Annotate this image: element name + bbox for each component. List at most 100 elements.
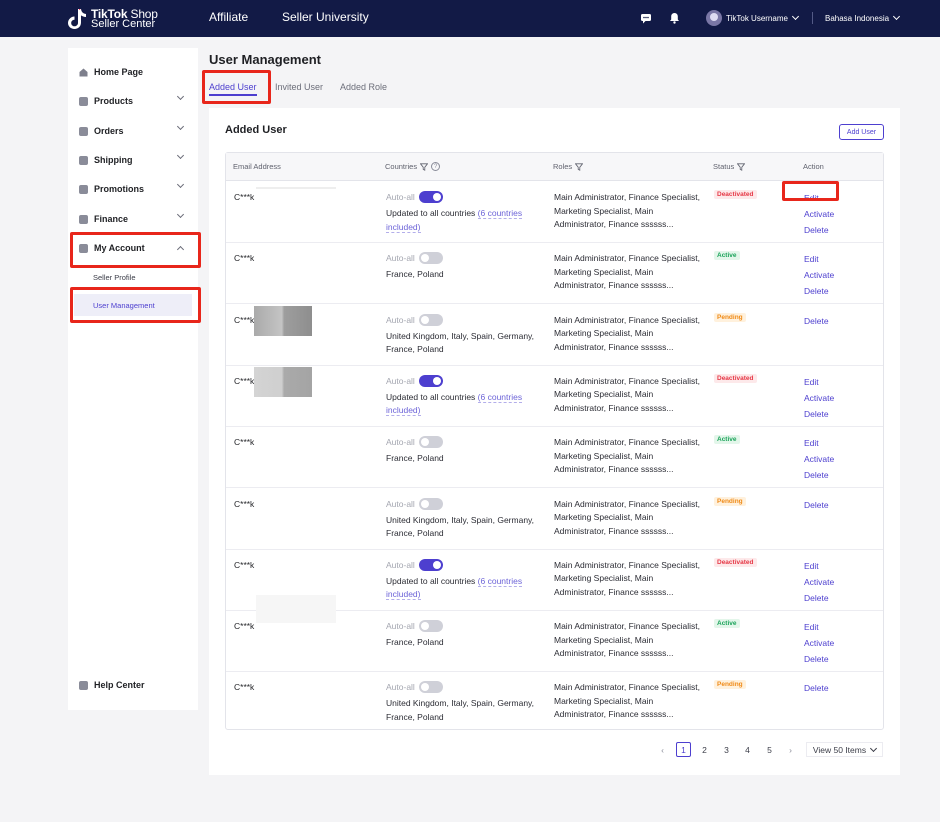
countries-cell: France, Poland xyxy=(386,269,444,280)
help-question-icon[interactable]: ? xyxy=(431,162,441,171)
auto-all-toggle[interactable] xyxy=(418,620,443,633)
action-delete-link[interactable]: Delete xyxy=(804,680,829,696)
auto-all-label: Auto-all xyxy=(386,682,415,693)
auto-all-control: Auto-all xyxy=(386,313,443,326)
countries-cell: United Kingdom, Italy, Spain, Germany, F… xyxy=(386,514,535,539)
action-edit-link[interactable]: Edit xyxy=(804,558,834,574)
page-button-4[interactable]: 4 xyxy=(740,742,755,757)
sidebar-subitem-user-management[interactable]: User Management xyxy=(74,294,192,316)
username-label: TikTok Username xyxy=(726,13,788,23)
next-page-button[interactable]: › xyxy=(783,742,798,757)
action-activate-link[interactable]: Activate xyxy=(804,574,834,590)
add-user-button[interactable]: Add User xyxy=(839,124,884,140)
auto-all-toggle[interactable] xyxy=(418,436,443,449)
sidebar-item-help-center[interactable]: Help Center xyxy=(68,674,198,696)
action-delete-link[interactable]: Delete xyxy=(804,313,829,329)
filter-icon[interactable] xyxy=(575,162,584,171)
sidebar-item-finance[interactable]: Finance xyxy=(68,208,198,230)
tab-added-role[interactable]: Added Role xyxy=(340,82,387,92)
action-edit-link[interactable]: Edit xyxy=(804,619,834,635)
auto-all-label: Auto-all xyxy=(386,498,415,509)
action-activate-link[interactable]: Activate xyxy=(804,206,834,222)
auto-all-toggle[interactable] xyxy=(418,497,443,510)
countries-cell: France, Poland xyxy=(386,637,444,648)
page-button-5[interactable]: 5 xyxy=(762,742,777,757)
action-delete-link[interactable]: Delete xyxy=(804,467,834,483)
tiktok-shop-logo[interactable]: TikTok Shop Seller Center xyxy=(67,6,158,32)
table-row: C***k Auto-all United Kingdom, Italy, Sp… xyxy=(226,489,883,550)
action-delete-link[interactable]: Delete xyxy=(804,283,834,299)
action-delete-link[interactable]: Delete xyxy=(804,222,834,238)
auto-all-label: Auto-all xyxy=(386,559,415,570)
email-cell: C***k xyxy=(234,437,255,448)
auto-all-toggle[interactable] xyxy=(418,681,443,694)
status-badge: Pending xyxy=(714,496,746,506)
actions-cell: Delete xyxy=(804,313,829,329)
actions-cell: Edit Activate Delete xyxy=(804,374,834,422)
prev-page-button[interactable]: ‹ xyxy=(655,742,670,757)
action-delete-link[interactable]: Delete xyxy=(804,590,834,606)
action-edit-link[interactable]: Edit xyxy=(804,374,834,390)
action-delete-link[interactable]: Delete xyxy=(804,651,834,667)
chevron-down-icon xyxy=(893,12,901,21)
auto-all-toggle[interactable] xyxy=(418,252,443,265)
filter-icon[interactable] xyxy=(420,162,429,171)
auto-all-toggle[interactable] xyxy=(418,558,443,571)
nav-seller-university[interactable]: Seller University xyxy=(282,10,369,24)
action-activate-link[interactable]: Activate xyxy=(804,390,834,406)
avatar xyxy=(706,10,722,26)
page-button-1[interactable]: 1 xyxy=(676,742,691,757)
auto-all-toggle[interactable] xyxy=(418,374,443,387)
page-button-2[interactable]: 2 xyxy=(697,742,712,757)
user-menu[interactable]: TikTok Username xyxy=(706,8,799,28)
sidebar-item-promotions[interactable]: Promotions xyxy=(68,178,198,200)
action-activate-link[interactable]: Activate xyxy=(804,267,834,283)
sidebar-item-shipping[interactable]: Shipping xyxy=(68,149,198,171)
action-edit-link[interactable]: Edit xyxy=(804,190,834,206)
redacted-email-blur xyxy=(254,366,312,397)
sidebar-subitem-seller-profile[interactable]: Seller Profile xyxy=(68,266,198,288)
sidebar-item-label: Promotions xyxy=(94,184,145,194)
status-badge: Active xyxy=(714,435,740,445)
sidebar-item-products[interactable]: Products xyxy=(68,90,198,112)
action-delete-link[interactable]: Delete xyxy=(804,406,834,422)
sidebar-item-orders[interactable]: Orders xyxy=(68,120,198,142)
auto-all-control: Auto-all xyxy=(386,374,443,387)
header-status: Status xyxy=(713,162,746,171)
sidebar-item-home-page[interactable]: Home Page xyxy=(68,61,198,83)
tab-added-user[interactable]: Added User xyxy=(209,82,257,96)
countries-cell: Updated to all countries (6 countries in… xyxy=(386,575,546,602)
megaphone-icon xyxy=(79,184,88,194)
action-activate-link[interactable]: Activate xyxy=(804,635,834,651)
truck-icon xyxy=(79,155,88,165)
auto-all-label: Auto-all xyxy=(386,314,415,325)
countries-cell: United Kingdom, Italy, Spain, Germany, F… xyxy=(386,698,535,722)
actions-cell: Edit Activate Delete xyxy=(804,558,834,606)
action-edit-link[interactable]: Edit xyxy=(804,435,834,451)
nav-affiliate[interactable]: Affiliate xyxy=(209,10,248,24)
page-size-select[interactable]: View 50 Items xyxy=(806,742,883,757)
language-selector[interactable]: Bahasa Indonesia xyxy=(825,8,901,28)
auto-all-control: Auto-all xyxy=(386,191,443,203)
page-button-3[interactable]: 3 xyxy=(719,742,734,757)
auto-all-toggle[interactable] xyxy=(418,191,443,203)
action-activate-link[interactable]: Activate xyxy=(804,451,834,467)
filter-icon[interactable] xyxy=(737,162,746,171)
tab-invited-user[interactable]: Invited User xyxy=(275,82,323,92)
card-icon xyxy=(79,214,88,224)
auto-all-label: Auto-all xyxy=(386,253,415,264)
action-delete-link[interactable]: Delete xyxy=(804,497,829,513)
actions-cell: Edit Activate Delete xyxy=(804,619,834,667)
action-edit-link[interactable]: Edit xyxy=(804,251,834,267)
bell-icon[interactable] xyxy=(666,10,682,26)
redacted-email-blur xyxy=(254,305,312,336)
redacted-email-blur xyxy=(256,187,336,189)
sidebar: Home Page Products Orders Shipping Promo… xyxy=(68,48,198,710)
countries-text: Updated to all countries xyxy=(386,575,478,586)
chevron-down-icon xyxy=(176,180,185,189)
countries-text: Updated to all countries xyxy=(386,208,478,218)
email-cell: C***k xyxy=(234,314,255,325)
chat-icon[interactable] xyxy=(638,10,654,26)
auto-all-toggle[interactable] xyxy=(418,313,443,326)
sidebar-item-my-account[interactable]: My Account xyxy=(68,237,198,259)
